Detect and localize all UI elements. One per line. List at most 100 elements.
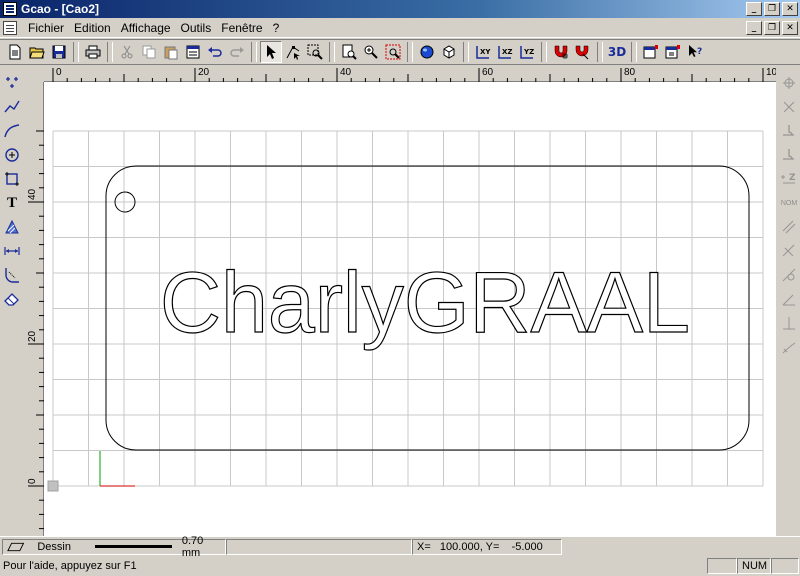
ruler-vertical: 40 20 0: [24, 82, 44, 536]
point-tool[interactable]: [1, 72, 23, 94]
hatch-tool[interactable]: [1, 216, 23, 238]
menu-affichage[interactable]: Affichage: [116, 19, 176, 37]
doc-restore-button[interactable]: ❐: [764, 21, 780, 35]
select-arrow-button[interactable]: [260, 41, 282, 63]
ruler-left-label: 40: [27, 188, 38, 200]
paste-button[interactable]: [160, 41, 182, 63]
redo-button[interactable]: [226, 41, 248, 63]
ruler-top-label: 80: [624, 67, 636, 78]
doc-minimize-button[interactable]: _: [746, 21, 762, 35]
menu-edition[interactable]: Edition: [69, 19, 116, 37]
print-button[interactable]: [82, 41, 104, 63]
dimension-icon: [4, 247, 20, 255]
save-button[interactable]: [48, 41, 70, 63]
menu-bar: Fichier Edition Affichage Outils Fenêtre…: [0, 18, 800, 38]
cut-button[interactable]: [116, 41, 138, 63]
zoom-page-icon: [342, 44, 357, 60]
coordinates-field: X= 100.000, Y= -5.000: [412, 538, 562, 555]
circle-icon: [5, 148, 19, 162]
point-icon: [6, 77, 18, 88]
plane-yz-button[interactable]: YZ: [516, 41, 538, 63]
plane-xz-button[interactable]: XZ: [494, 41, 516, 63]
z-axis-icon: Z: [781, 173, 796, 184]
new-document-icon: [9, 44, 21, 60]
new-document-button[interactable]: [4, 41, 26, 63]
snap-point-button[interactable]: [572, 41, 594, 63]
view-cube-button[interactable]: [438, 41, 460, 63]
ruler-top-label: 60: [482, 67, 494, 78]
curve-tool[interactable]: [1, 120, 23, 142]
right-tool-node[interactable]: [779, 72, 799, 94]
zoom-in-icon: [364, 45, 378, 59]
line-style-field[interactable]: Dessin 0.70 mm: [2, 535, 226, 559]
zoom-selection-button[interactable]: [304, 41, 326, 63]
menu-help-label: ?: [272, 20, 280, 35]
undo-button[interactable]: [204, 41, 226, 63]
origin-marker: [47, 480, 59, 492]
right-tool-trim[interactable]: [779, 336, 799, 358]
ruler-horizontal: 0 20 40 60 80 100: [44, 66, 783, 82]
zoom-extents-button[interactable]: [382, 41, 404, 63]
parallel-lines-icon: [782, 220, 796, 234]
rectangle-tool[interactable]: [1, 168, 23, 190]
angle-icon: [782, 294, 795, 306]
view-3d-button[interactable]: 3D: [606, 41, 628, 63]
erase-tool[interactable]: [1, 288, 23, 310]
menu-help[interactable]: ?: [268, 19, 285, 37]
text-tool[interactable]: T: [1, 192, 23, 214]
polyline-tool[interactable]: [1, 96, 23, 118]
polyline-icon: [4, 100, 20, 113]
right-tool-angle[interactable]: [779, 288, 799, 310]
right-tool-cross[interactable]: [779, 96, 799, 118]
menu-fichier[interactable]: Fichier: [23, 19, 69, 37]
magnet-point-icon: [575, 45, 589, 60]
toolbar-separator: [251, 42, 257, 62]
menu-fenetre[interactable]: Fenêtre: [216, 19, 267, 37]
drawing-canvas[interactable]: CharlyGRAAL: [44, 82, 776, 536]
right-tool-tangent[interactable]: [779, 264, 799, 286]
drawing-surface[interactable]: CharlyGRAAL: [44, 82, 776, 536]
fillet-tool[interactable]: [1, 264, 23, 286]
context-help-button[interactable]: ?: [684, 41, 706, 63]
plane-xy-button[interactable]: XY: [472, 41, 494, 63]
preview-3d-button[interactable]: [662, 41, 684, 63]
right-tool-orthogonal[interactable]: [779, 312, 799, 334]
ruler-left-label: 0: [27, 478, 38, 484]
render-sphere-button[interactable]: [416, 41, 438, 63]
properties-button[interactable]: [182, 41, 204, 63]
right-tool-name[interactable]: NOM: [779, 192, 799, 214]
zoom-page-button[interactable]: [338, 41, 360, 63]
minimize-button[interactable]: _: [746, 2, 762, 16]
menu-outils-label: Outils: [180, 20, 212, 35]
snap-grid-button[interactable]: [550, 41, 572, 63]
toolbar-separator: [631, 42, 637, 62]
copy-button[interactable]: [138, 41, 160, 63]
text-icon: T: [6, 194, 17, 211]
print-preview-button[interactable]: [640, 41, 662, 63]
circle-tool[interactable]: [1, 144, 23, 166]
open-button[interactable]: [26, 41, 48, 63]
cursor-arrow-icon: [267, 45, 276, 59]
toolbar-separator: [541, 42, 547, 62]
ruler-horizontal-scale: 0 20 40 60 80 100: [52, 67, 783, 82]
doc-close-button[interactable]: ✕: [782, 21, 798, 35]
ruler-corner: [24, 66, 44, 82]
right-tool-perpendicular[interactable]: [779, 240, 799, 262]
zoom-extents-icon: [385, 44, 401, 60]
app-icon[interactable]: [3, 2, 17, 16]
right-tool-z[interactable]: Z: [779, 168, 799, 190]
edit-node-button[interactable]: [282, 41, 304, 63]
zoom-in-button[interactable]: [360, 41, 382, 63]
xz-arrow-icon: [783, 149, 795, 160]
right-tool-parallel[interactable]: [779, 216, 799, 238]
plane-xy-icon: XY: [476, 46, 491, 59]
restore-button[interactable]: ❐: [764, 2, 780, 16]
right-tool-xy-plane[interactable]: [779, 120, 799, 142]
right-tool-xz-plane[interactable]: [779, 144, 799, 166]
menu-outils[interactable]: Outils: [176, 19, 217, 37]
close-button[interactable]: ✕: [782, 2, 798, 16]
svg-text:?: ?: [697, 47, 702, 57]
document-icon[interactable]: [3, 20, 17, 35]
engraved-text[interactable]: CharlyGRAAL: [159, 254, 690, 351]
dimension-tool[interactable]: [1, 240, 23, 262]
